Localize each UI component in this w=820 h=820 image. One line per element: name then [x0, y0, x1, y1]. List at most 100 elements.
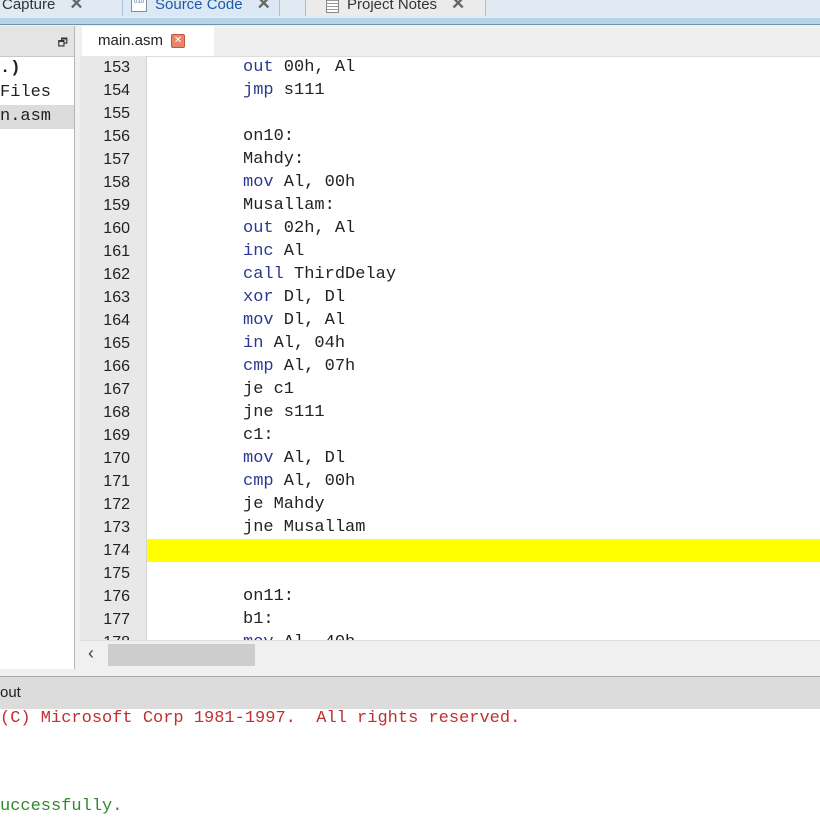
close-icon[interactable]: ✕ [451, 0, 465, 13]
code-line[interactable]: 174 [80, 539, 820, 562]
tab-bar-strip [0, 18, 820, 24]
code-line[interactable]: 170 mov Al, Dl [80, 447, 820, 470]
tab-project-notes[interactable]: Project Notes ✕ [305, 0, 487, 16]
keyword: out [243, 219, 274, 238]
line-number: 173 [103, 519, 130, 536]
line-number: 174 [103, 542, 130, 559]
line-number: 153 [103, 59, 130, 76]
code-line[interactable]: 171 cmp Al, 00h [80, 470, 820, 493]
output-panel-header: out [0, 676, 820, 710]
code-text: inc Al [243, 240, 304, 263]
code-line[interactable]: 162 call ThirdDelay [80, 263, 820, 286]
code-line[interactable]: 157 Mahdy: [80, 148, 820, 171]
tab-capture-label: Capture [2, 0, 56, 13]
code-line[interactable]: 177 b1: [80, 608, 820, 631]
code-line[interactable]: 167 je c1 [80, 378, 820, 401]
scrollbar-thumb[interactable] [108, 644, 255, 666]
code-line[interactable]: 154 jmp s111 [80, 79, 820, 102]
operands: Dl, Al [273, 311, 346, 330]
source-code-icon: 010 [131, 0, 147, 13]
code-line[interactable]: 164 mov Dl, Al [80, 309, 820, 332]
code-text: c1: [243, 424, 274, 447]
output-panel: (C) Microsoft Corp 1981-1997. All rights… [0, 709, 820, 820]
file-tab-main-asm[interactable]: main.asm ✕ [82, 26, 214, 56]
line-number: 163 [103, 289, 130, 306]
code-line[interactable]: 161 inc Al [80, 240, 820, 263]
operands: Dl, Dl [273, 288, 346, 307]
line-number: 162 [103, 266, 130, 283]
scroll-left-icon[interactable]: ‹ [88, 643, 94, 664]
line-number: 158 [103, 174, 130, 191]
code-line[interactable]: 158 mov Al, 00h [80, 171, 820, 194]
line-number: 155 [103, 105, 130, 122]
code-text: jne Musallam [243, 516, 365, 539]
operands: Al [273, 242, 305, 261]
code-line[interactable]: 160 out 02h, Al [80, 217, 820, 240]
line-number: 159 [103, 197, 130, 214]
line-number: 160 [103, 220, 130, 237]
close-icon[interactable]: ✕ [257, 0, 271, 13]
close-icon[interactable]: ✕ [69, 0, 83, 13]
editor-tab-bar: main.asm ✕ [80, 26, 820, 57]
tab-capture[interactable]: Capture ✕ [2, 0, 84, 16]
line-number: 157 [103, 151, 130, 168]
code-line[interactable]: 163 xor Dl, Dl [80, 286, 820, 309]
operands: Mahdy: [243, 150, 305, 169]
tab-project-notes-label: Project Notes [347, 0, 438, 13]
code-line[interactable]: 173 jne Musallam [80, 516, 820, 539]
code-line[interactable]: 175 [80, 562, 820, 585]
keyword: inc [243, 242, 274, 261]
code-line[interactable]: 153 out 00h, Al [80, 56, 820, 79]
code-line[interactable]: 172 je Mahdy [80, 493, 820, 516]
code-line[interactable]: 166 cmp Al, 07h [80, 355, 820, 378]
keyword: in [243, 334, 264, 353]
keyword: cmp [243, 472, 274, 491]
restore-icon[interactable]: 🗗 [58, 34, 68, 53]
code-line[interactable]: 168 jne s111 [80, 401, 820, 424]
keyword: mov [243, 173, 274, 192]
tree-item-main-asm[interactable]: n.asm [0, 105, 74, 129]
code-text: mov Al, 40h [243, 631, 355, 640]
tree-item-project[interactable]: .) [0, 57, 74, 81]
code-text: cmp Al, 00h [243, 470, 355, 493]
keyword: out [243, 58, 274, 77]
code-line[interactable]: 169 c1: [80, 424, 820, 447]
tab-source-code[interactable]: 010 Source Code ✕ [122, 0, 280, 16]
code-line[interactable]: 176 on11: [80, 585, 820, 608]
line-number: 169 [103, 427, 130, 444]
line-number: 177 [103, 611, 130, 628]
file-tab-label: main.asm [98, 32, 164, 49]
line-number: 167 [103, 381, 130, 398]
code-line[interactable]: 165 in Al, 04h [80, 332, 820, 355]
notes-icon [326, 0, 339, 14]
operands: Al, 00h [273, 472, 356, 491]
operands: on11: [243, 587, 295, 606]
code-text: out 02h, Al [243, 217, 355, 240]
code-area[interactable]: 153 out 00h, Al 154 jmp s111 155 156 on10: 157 M… [80, 56, 820, 640]
project-panel: 🗗 .) Files n.asm [0, 26, 75, 669]
code-line[interactable]: 156 on10: [80, 125, 820, 148]
code-line[interactable]: 155 [80, 102, 820, 125]
line-number: 168 [103, 404, 130, 421]
project-panel-header: 🗗 [0, 26, 74, 57]
line-number: 164 [103, 312, 130, 329]
code-line[interactable]: 178 mov Al, 40h [80, 631, 820, 640]
line-number: 176 [103, 588, 130, 605]
operands: je Mahdy [243, 495, 325, 514]
line-number: 172 [103, 496, 130, 513]
output-title: out [0, 684, 21, 701]
line-number: 156 [103, 128, 130, 145]
code-line[interactable]: 159 Musallam: [80, 194, 820, 217]
operands: jne Musallam [243, 518, 366, 537]
tree-item-files[interactable]: Files [0, 81, 74, 105]
output-line: uccessfully. [0, 797, 123, 816]
line-number: 170 [103, 450, 130, 467]
horizontal-scrollbar[interactable]: ‹ [80, 640, 820, 669]
operands: ThirdDelay [283, 265, 397, 284]
keyword: cmp [243, 357, 274, 376]
code-text: jne s111 [243, 401, 325, 424]
close-icon[interactable]: ✕ [171, 34, 186, 49]
code-text: xor Dl, Dl [243, 286, 345, 309]
code-text: cmp Al, 07h [243, 355, 355, 378]
code-text: b1: [243, 608, 274, 631]
